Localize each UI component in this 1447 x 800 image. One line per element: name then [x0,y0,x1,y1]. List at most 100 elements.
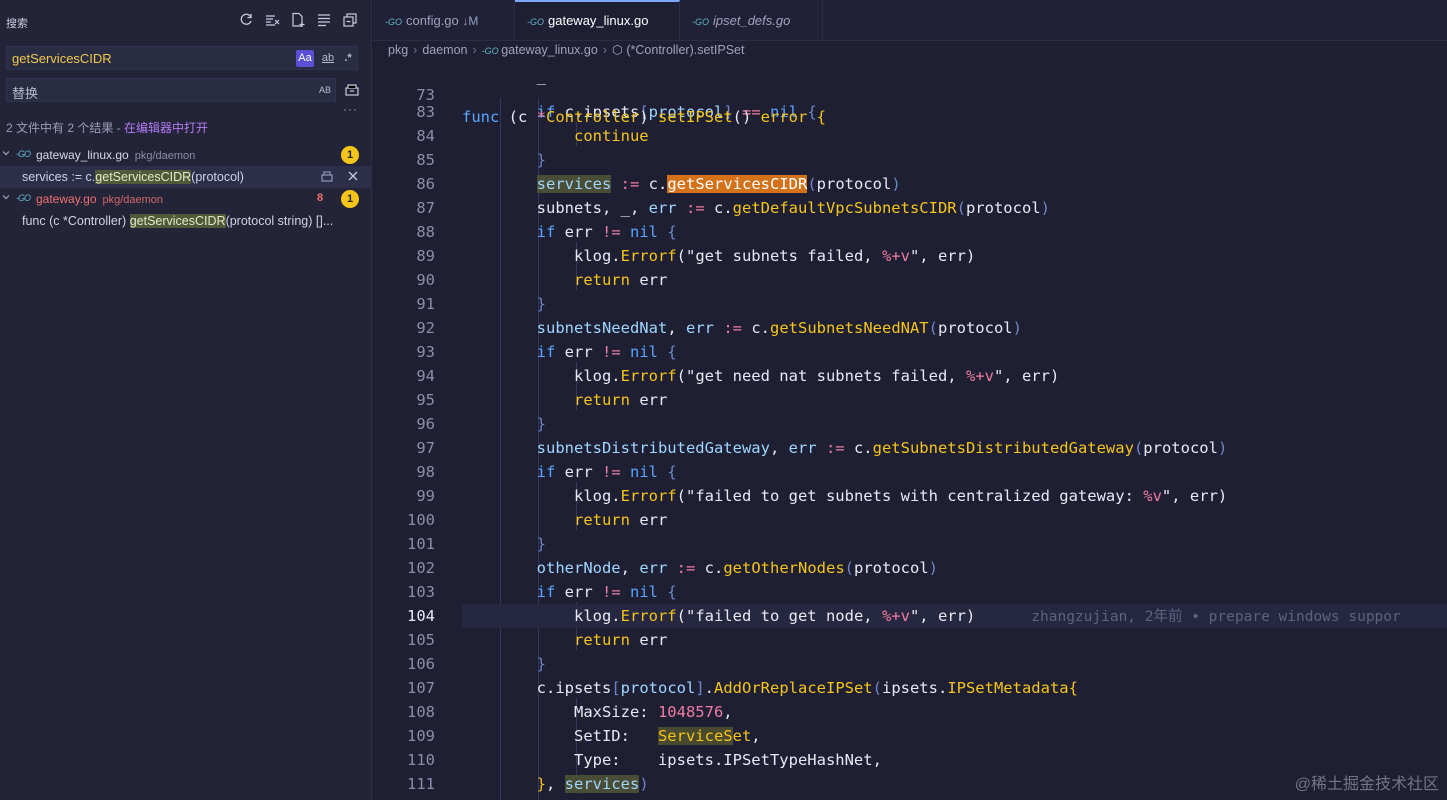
line-number: 73 [416,86,435,104]
open-in-editor-link[interactable]: 在编辑器中打开 [124,121,208,135]
match-hit: getServicesCIDR [95,170,192,184]
line-number: 110 [407,751,435,769]
file-name-text: gateway_linux.go [36,148,129,162]
replace-icon[interactable] [320,169,334,183]
code-line[interactable]: 108 MaxSize: 1048576, [373,700,1447,724]
collapse-all-icon[interactable] [342,12,358,28]
dismiss-icon[interactable] [346,169,360,183]
code-line[interactable]: 101 } [373,532,1447,556]
tab-ipset-defs-go[interactable]: -GO ipset_defs.go [680,0,823,40]
code-line-current[interactable]: 104 klog.Errorf("failed to get node, %+v… [373,604,1447,628]
code-line[interactable]: 99 klog.Errorf("failed to get subnets wi… [373,484,1447,508]
chevron-down-icon[interactable] [1,148,11,158]
breadcrumb-pkg[interactable]: pkg [388,43,408,57]
code-line[interactable]: 98 if err != nil { [373,460,1447,484]
code-line[interactable]: 91 } [373,292,1447,316]
view-as-tree-icon[interactable] [316,12,332,28]
code-text: } [536,151,546,169]
sidebar-actions [238,12,358,28]
tab-gateway-linux-go[interactable]: -GO gateway_linux.go [515,0,680,40]
code-text: } [536,415,546,433]
line-number: 88 [416,223,435,241]
breadcrumb-daemon[interactable]: daemon [422,43,467,57]
new-search-editor-icon[interactable] [290,12,306,28]
code-editor: -GO config.go ↓M -GO gateway_linux.go -GO i… [373,0,1447,800]
file-name-text: gateway.go [36,192,97,206]
string-literal: "get need nat subnets failed, [685,367,966,385]
code-text: subnets, _, err := c.getDefaultVpcSubnet… [462,199,1050,217]
code-line[interactable]: 88 if err != nil { [373,220,1447,244]
line-number: 87 [416,199,435,217]
code-line[interactable]: 92 subnetsNeedNat, err := c.getSubnetsNe… [373,316,1447,340]
code-line[interactable]: 96 } [373,412,1447,436]
result-file-row[interactable]: -GO gateway.go pkg/daemon 8 1 [0,188,372,210]
result-match-row[interactable]: func (c *Controller) getServicesCIDR(pro… [0,210,372,232]
git-blame-annotation[interactable]: zhangzujian, 2年前 • prepare windows suppo… [1031,609,1400,625]
results-summary-text: 2 文件中有 2 个结果 - [6,121,125,135]
tab-config-go[interactable]: -GO config.go ↓M [373,0,515,40]
code-line[interactable]: 103 if err != nil { [373,580,1447,604]
code-line[interactable]: 106 } [373,652,1447,676]
result-file-name: gateway_linux.go pkg/daemon [36,148,195,162]
code-line[interactable]: 90 return err [373,268,1447,292]
search-query[interactable]: getServicesCIDR [12,51,112,66]
code-line[interactable]: 87 subnets, _, err := c.getDefaultVpcSub… [373,196,1447,220]
code-line[interactable]: 111 }, services) [373,772,1447,796]
result-match-row[interactable]: services := c.getServicesCIDR(protocol) [0,166,372,188]
code-text: } [536,295,546,313]
regex-toggle[interactable]: .* [340,50,356,67]
code-area[interactable]: 73 func (c *Controller) setIPSet() error… [373,62,1447,800]
sticky-scroll-line[interactable]: 73 func (c *Controller) setIPSet() error… [373,62,1447,126]
code-line[interactable]: 102 otherNode, err := c.getOtherNodes(pr… [373,556,1447,580]
code-line[interactable]: 105 return err [373,628,1447,652]
match-hit: getServicesCIDR [129,214,226,228]
line-number: 91 [416,295,435,313]
match-before: func (c *Controller) [22,214,130,228]
replace-placeholder[interactable]: 替换 [12,83,38,102]
match-case-toggle[interactable]: Aa [296,50,314,67]
chevron-down-icon[interactable] [1,192,11,202]
code-line[interactable]: 94 klog.Errorf("get need nat subnets fai… [373,364,1447,388]
code-line[interactable]: 107 c.ipsets[protocol].AddOrReplaceIPSet… [373,676,1447,700]
code-line[interactable]: 95 return err [373,388,1447,412]
refresh-icon[interactable] [238,12,254,28]
number-literal: 1048576 [657,703,724,721]
code-text: return err [573,391,668,409]
code-line[interactable]: 97 subnetsDistributedGateway, err := c.g… [373,436,1447,460]
code-text: return err [573,631,668,649]
code-text: if err != nil { [536,463,677,481]
code-text: Type: ipsets.IPSetTypeHashNet, [462,751,882,769]
code-line[interactable]: 100 return err [373,508,1447,532]
match-whole-word-toggle[interactable]: ab [318,50,338,67]
code-line[interactable]: 93 if err != nil { [373,340,1447,364]
line-number: 99 [416,487,435,505]
code-line[interactable]: 110 Type: ipsets.IPSetTypeHashNet, [373,748,1447,772]
chevron-right-icon: › [413,43,418,57]
code-text: func (c *Controller) setIPSet() error { [462,108,827,126]
replace-input[interactable]: 替换 AB [6,78,336,102]
clear-results-icon[interactable] [264,12,280,28]
results-summary: 2 文件中有 2 个结果 - 在编辑器中打开 [6,119,208,136]
result-file-name: gateway.go pkg/daemon [36,192,163,206]
code-line[interactable]: 109 SetID: ServiceSet, [373,724,1447,748]
result-file-row[interactable]: -GO gateway_linux.go pkg/daemon 1 [0,144,372,166]
tab-label: config.go [406,13,459,28]
code-text: SetID: ServiceSet, [462,727,761,745]
line-number: 106 [407,655,435,673]
toggle-search-details-icon[interactable]: ··· [343,102,358,116]
code-line[interactable]: 85 } [373,148,1447,172]
code-text: klog.Errorf("get subnets failed, %+v", e… [462,247,976,265]
code-text: subnetsNeedNat, err := c.getSubnetsNeedN… [536,319,1022,337]
line-number: 98 [416,463,435,481]
breadcrumb-file[interactable]: gateway_linux.go [501,43,598,57]
code-text: if err != nil { [536,223,677,241]
replace-all-icon[interactable] [344,81,360,97]
line-number: 90 [416,271,435,289]
code-text: services := c.getServicesCIDR(protocol) [536,175,901,193]
preserve-case-toggle[interactable]: AB [316,82,334,99]
code-line[interactable]: 86 services := c.getServicesCIDR(protoco… [373,172,1447,196]
code-line[interactable]: 89 klog.Errorf("get subnets failed, %+v"… [373,244,1447,268]
search-input[interactable]: getServicesCIDR Aa ab .* [6,46,358,70]
string-literal: "failed to get subnets with centralized … [685,487,1144,505]
breadcrumb-symbol[interactable]: (*Controller).setIPSet [626,43,744,57]
